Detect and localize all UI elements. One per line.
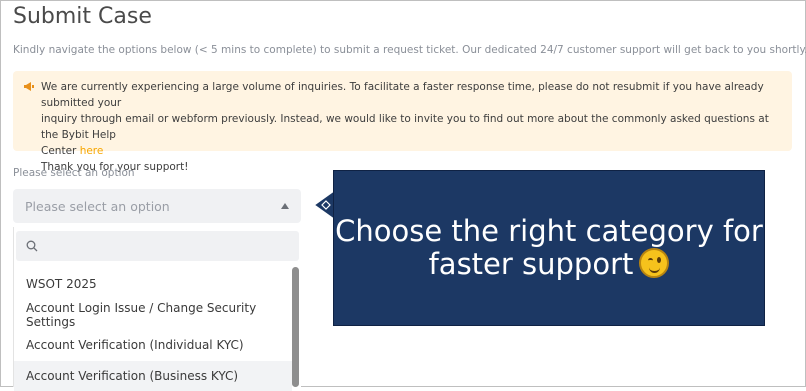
notice-line-2: inquiry through email or webform previou…: [41, 113, 769, 141]
option-wsot-2025[interactable]: WSOT 2025: [14, 269, 292, 299]
select-label: Please select an option: [13, 167, 135, 179]
callout-line-2-wrap: faster support: [335, 248, 763, 281]
megaphone-icon: [24, 82, 34, 91]
option-account-login[interactable]: Account Login Issue / Change Security Se…: [14, 300, 292, 330]
notice-banner: We are currently experiencing a large vo…: [13, 71, 792, 173]
winking-face-icon: [639, 248, 670, 278]
search-input[interactable]: [44, 238, 288, 254]
option-individual-kyc[interactable]: Account Verification (Individual KYC): [14, 330, 292, 360]
scrollbar-thumb[interactable]: [292, 267, 299, 387]
callout-line-2: faster support: [428, 247, 634, 281]
dropdown-search[interactable]: [16, 231, 299, 261]
page-title: Submit Case: [13, 4, 152, 29]
caret-up-icon: [281, 203, 289, 209]
callout-pointer: [312, 188, 336, 222]
notice-line-3-prefix: Center: [41, 145, 80, 157]
dropdown-scrollbar[interactable]: [292, 267, 299, 387]
callout-line-1: Choose the right category for: [335, 214, 763, 248]
category-select[interactable]: Please select an option: [13, 189, 301, 223]
page-subtitle: Kindly navigate the options below (< 5 m…: [13, 44, 806, 56]
notice-line-1: We are currently experiencing a large vo…: [41, 81, 764, 109]
select-placeholder: Please select an option: [25, 198, 170, 214]
search-icon: [26, 240, 38, 252]
notice-line-3: Center here: [41, 143, 780, 159]
callout-box: Choose the right category for faster sup…: [334, 171, 764, 325]
select-dropdown: WSOT 2025 Account Login Issue / Change S…: [13, 227, 301, 391]
help-center-link[interactable]: here: [80, 145, 104, 157]
